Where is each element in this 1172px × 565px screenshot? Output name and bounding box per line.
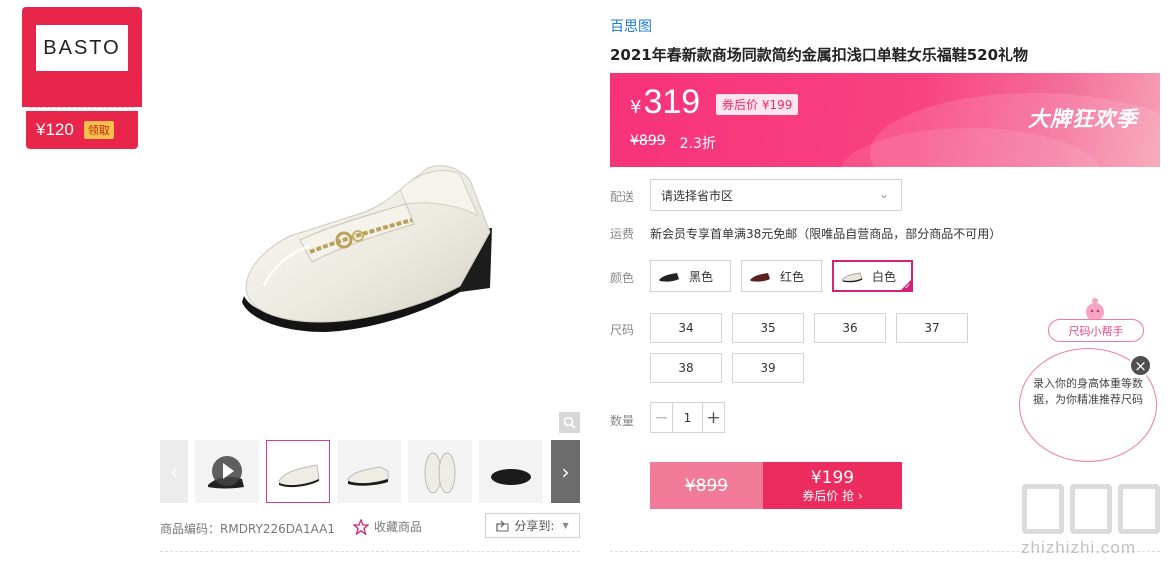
thumbnail-prev-button[interactable]: ‹ — [160, 440, 188, 503]
color-label: 颜色 — [610, 271, 635, 285]
shipping-label: 运费 — [610, 227, 635, 241]
size-helper-tag[interactable]: 尺码小帮手 — [1048, 319, 1144, 342]
black-shoe-swatch-icon — [659, 273, 679, 282]
zoom-icon[interactable] — [559, 412, 580, 433]
favorite-button[interactable]: 收藏商品 — [353, 518, 422, 535]
currency-symbol: ¥ — [630, 97, 642, 118]
claim-coupon-button[interactable]: 领取 — [83, 121, 114, 139]
region-select[interactable]: 请选择省市区 ⌄ — [650, 179, 902, 211]
size-option-35[interactable]: 35 — [732, 313, 804, 343]
quantity-input[interactable]: 1 — [673, 403, 702, 432]
share-button[interactable]: 分享到: ▼ — [485, 513, 580, 538]
product-title: 2021年春新款商场同款简约金属扣浅口单鞋女乐福鞋520礼物 — [610, 46, 1029, 64]
buy-subtitle: 券后价 抢 › — [802, 488, 863, 503]
white-shoe-swatch-icon — [841, 272, 863, 283]
brand-logo: BASTO — [36, 25, 128, 71]
buy-with-coupon-button[interactable]: ¥899 ¥199 券后价 抢 › — [650, 462, 902, 509]
size-option-38[interactable]: 38 — [650, 353, 722, 383]
loafer-sole-thumb — [491, 469, 531, 485]
red-shoe-swatch-icon — [750, 273, 770, 282]
price-value: 319 — [643, 83, 701, 121]
watermark-text: zhizhizhi.com — [1021, 538, 1137, 557]
coupon-amount: ¥120 — [36, 120, 74, 139]
close-icon[interactable]: × — [1129, 354, 1152, 377]
buy-price: ¥199 — [810, 467, 855, 488]
original-price: ¥899 — [630, 133, 666, 149]
price-banner: ¥ 319 券后价 ¥199 ¥899 2.3折 大牌狂欢季 — [610, 73, 1160, 167]
shipping-info: 新会员专享首单满38元免邮（限唯品自营商品，部分商品不可用） — [650, 227, 1002, 241]
share-label: 分享到: — [514, 519, 555, 533]
original-price-row: ¥899 2.3折 — [630, 133, 716, 153]
quantity-increase-button[interactable]: + — [702, 403, 724, 432]
after-coupon-badge: 券后价 ¥199 — [716, 94, 799, 115]
color-option-red[interactable]: 红色 — [741, 260, 822, 292]
size-option-34[interactable]: 34 — [650, 313, 722, 343]
buy-original-price: ¥899 — [650, 462, 763, 509]
buy-coupon-price: ¥199 券后价 抢 › — [763, 462, 902, 509]
chevron-right-icon: › — [561, 459, 570, 484]
white-loafer-top-thumb — [424, 452, 456, 494]
play-video-icon — [208, 456, 244, 489]
size-helper-text: 录入你的身高体重等数据，为你精准推荐尺码 — [1033, 377, 1143, 406]
size-option-36[interactable]: 36 — [814, 313, 886, 343]
delivery-label: 配送 — [610, 190, 635, 204]
chevron-down-icon: ⌄ — [878, 187, 889, 201]
size-option-37[interactable]: 37 — [896, 313, 968, 343]
color-option-black[interactable]: 黑色 — [650, 260, 731, 292]
promo-label: 大牌狂欢季 — [1028, 107, 1138, 131]
store-coupon-card[interactable]: BASTO ¥120 领取 — [22, 7, 142, 149]
color-option-label: 红色 — [780, 269, 805, 284]
quantity-label: 数量 — [610, 414, 635, 428]
quantity-stepper: − 1 + — [650, 402, 725, 433]
coupon-footer: ¥120 领取 — [26, 111, 138, 149]
left-divider — [160, 551, 580, 552]
current-price: ¥ 319 — [630, 83, 700, 122]
color-option-label: 白色 — [872, 269, 897, 284]
thumbnail-video[interactable] — [195, 440, 259, 503]
white-loafer-side-thumb — [347, 466, 389, 486]
main-product-image[interactable] — [160, 40, 580, 435]
share-icon — [496, 520, 509, 531]
color-option-label: 黑色 — [689, 269, 714, 284]
coupon-divider — [30, 107, 134, 108]
thumbnail-item[interactable] — [408, 440, 472, 503]
discount-rate: 2.3折 — [679, 136, 716, 152]
chevron-left-icon: ‹ — [170, 459, 178, 484]
brand-link[interactable]: 百思图 — [610, 16, 652, 36]
product-meta-bar: 商品编码：RMDRY226DA1AA1 收藏商品 分享到: ▼ — [160, 513, 580, 538]
check-icon: ✓ — [904, 282, 911, 291]
region-select-value: 请选择省市区 — [661, 188, 734, 203]
product-code: 商品编码：RMDRY226DA1AA1 — [160, 521, 335, 536]
size-label: 尺码 — [610, 323, 635, 337]
quantity-decrease-button[interactable]: − — [651, 403, 673, 432]
favorite-label: 收藏商品 — [374, 520, 423, 534]
loafer-shoe-image — [242, 165, 492, 332]
size-option-39[interactable]: 39 — [732, 353, 804, 383]
thumbnail-item[interactable] — [337, 440, 401, 503]
star-icon — [353, 518, 369, 535]
thumbnail-item[interactable] — [479, 440, 543, 503]
thumbnail-next-button[interactable]: › — [551, 440, 580, 503]
coupon-header: BASTO — [22, 7, 142, 107]
color-option-white[interactable]: 白色 ✓ — [832, 260, 913, 292]
thumbnail-strip: ‹ › — [160, 440, 580, 504]
watermark-logo — [1022, 484, 1162, 536]
thumbnail-active[interactable] — [266, 440, 330, 503]
white-loafer-thumb — [278, 464, 320, 488]
caret-down-icon: ▼ — [562, 521, 569, 530]
